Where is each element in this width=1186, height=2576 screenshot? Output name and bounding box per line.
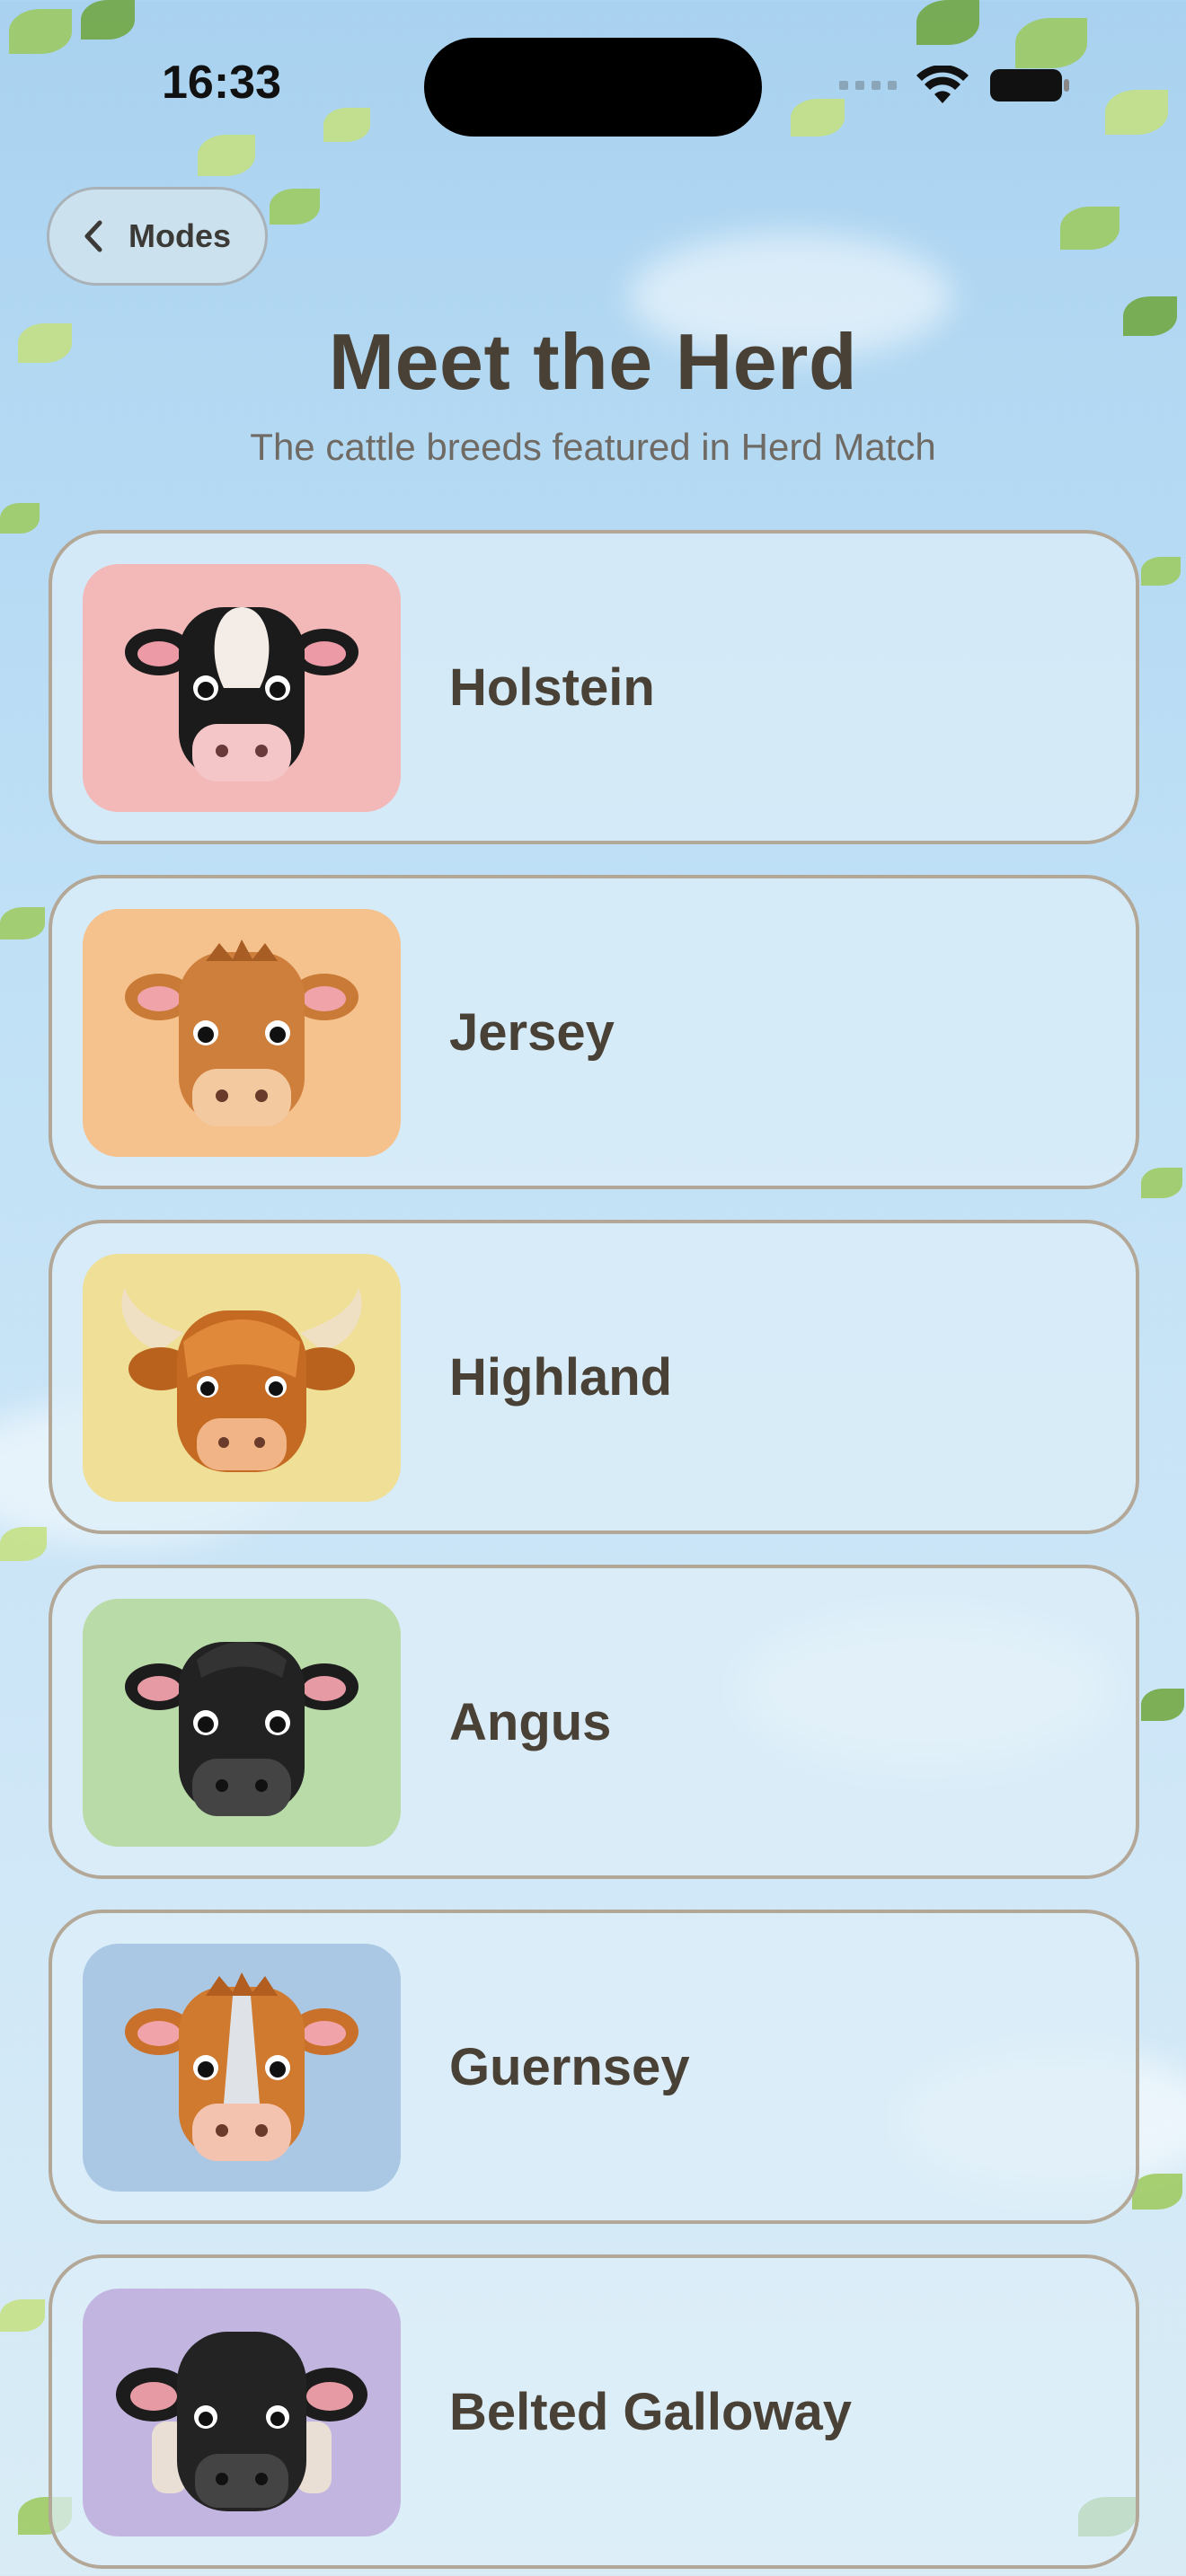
cellular-signal-icon [839, 81, 897, 90]
breed-name: Belted Galloway [449, 2382, 853, 2441]
dynamic-island [424, 38, 762, 137]
breed-list: Holstein Jersey Highland Angus Guernsey … [49, 530, 1139, 2576]
breed-card-highland[interactable]: Highland [49, 1220, 1139, 1534]
jersey-cow-icon [125, 940, 358, 1126]
battery-icon [990, 69, 1069, 101]
page-title: Meet the Herd [328, 317, 858, 406]
breed-card-belted-galloway[interactable]: Belted Galloway [49, 2254, 1139, 2569]
status-bar: 16:33 [0, 0, 1186, 171]
breed-thumbnail [83, 1599, 401, 1847]
breed-thumbnail [83, 1944, 401, 2192]
back-button[interactable]: Modes [47, 187, 268, 286]
breed-name: Jersey [449, 1002, 615, 1062]
back-button-label: Modes [128, 217, 231, 254]
wifi-icon [916, 66, 969, 103]
breed-thumbnail [83, 909, 401, 1157]
breed-name: Angus [449, 1692, 612, 1751]
breed-thumbnail [83, 564, 401, 812]
breed-name: Guernsey [449, 2037, 690, 2096]
angus-cow-icon [125, 1642, 358, 1816]
status-time: 16:33 [162, 57, 281, 109]
guernsey-cow-icon [125, 1972, 358, 2161]
breed-name: Highland [449, 1347, 673, 1407]
status-icons [839, 65, 1071, 106]
breed-card-holstein[interactable]: Holstein [49, 530, 1139, 844]
breed-card-angus[interactable]: Angus [49, 1565, 1139, 1879]
breed-thumbnail [83, 1254, 401, 1502]
highland-cow-icon [121, 1288, 362, 1472]
holstein-cow-icon [125, 607, 358, 781]
chevron-left-icon [84, 220, 102, 252]
breed-name: Holstein [449, 657, 655, 717]
page-subtitle: The cattle breeds featured in Herd Match [250, 426, 936, 468]
breed-card-jersey[interactable]: Jersey [49, 875, 1139, 1189]
breed-thumbnail [83, 2289, 401, 2536]
breed-card-guernsey[interactable]: Guernsey [49, 1910, 1139, 2224]
belted-galloway-cow-icon [116, 2332, 367, 2511]
